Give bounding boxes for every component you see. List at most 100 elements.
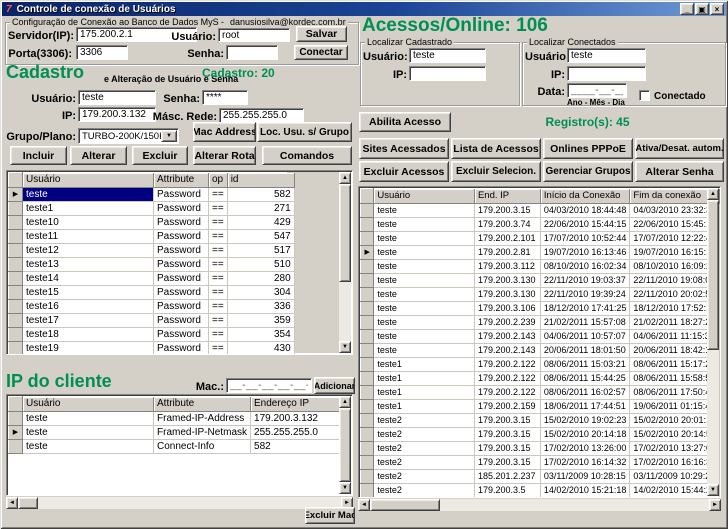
row-selector[interactable] [8,242,23,258]
current-row-marker-icon[interactable]: ▶ [8,424,23,440]
scrollbar-thumb[interactable] [370,499,440,511]
column-header[interactable]: Attribute [153,172,209,188]
excluir-selecion-button[interactable]: Excluir Selecion. [451,161,541,182]
cell[interactable]: 17/07/2010 10:52:44 [540,231,631,246]
cell[interactable]: == [208,187,228,202]
table-row[interactable]: ▶ teste Password == 582 [8,186,295,202]
cell[interactable]: teste2 [373,469,475,484]
cell[interactable]: Password [153,327,209,342]
table-row[interactable]: teste1 179.200.2.159 18/06/2011 17:44:51 19… [359,398,720,414]
row-selector[interactable] [359,216,375,232]
cell[interactable]: teste10 [22,215,154,230]
cell[interactable]: teste13 [22,257,154,272]
cell[interactable]: == [208,313,228,328]
cell[interactable]: 17/02/2010 16:14:32 [540,455,631,470]
cell[interactable]: 179.200.3.15 [474,441,541,456]
cell[interactable]: Password [153,299,209,314]
cell[interactable]: teste17 [22,313,154,328]
cell[interactable]: Password [153,285,209,300]
cell[interactable]: teste [373,287,475,302]
cell[interactable]: 179.200.2.143 [474,343,541,358]
close-button-icon[interactable]: × [710,3,724,15]
current-row-marker-icon[interactable]: ▶ [359,244,375,260]
cell[interactable]: teste [373,259,475,274]
cell[interactable]: == [208,215,228,230]
cell[interactable]: teste1 [373,399,475,414]
cell[interactable]: teste2 [373,427,475,442]
minimize-button-icon[interactable]: _ [680,3,694,15]
alterar-button[interactable]: Alterar [70,146,127,165]
row-selector[interactable] [359,412,375,428]
cell[interactable]: 179.200.3.15 [474,413,541,428]
row-selector[interactable] [359,440,375,456]
scroll-up-icon[interactable]: ▲ [339,396,351,408]
table-row[interactable]: teste 179.200.2.143 04/06/2011 10:57:07 04/… [359,328,720,344]
row-selector[interactable] [359,202,375,218]
column-header[interactable]: Endereço IP [250,396,352,412]
db-password-input[interactable] [226,45,278,60]
netmask-input[interactable] [219,108,304,123]
row-selector[interactable] [359,328,375,344]
onlines-pppoe-button[interactable]: Onlines PPPoE [543,138,633,159]
row-selector[interactable] [8,214,23,230]
row-selector[interactable] [359,384,375,400]
column-header[interactable]: Usuário [373,188,475,204]
row-selector[interactable] [359,468,375,484]
row-selector[interactable] [359,398,375,414]
table-row[interactable]: teste1 Password == 271 [8,200,295,216]
table-row[interactable]: teste15 Password == 304 [8,284,295,300]
cell[interactable]: 179.200.3.106 [474,301,541,316]
cell[interactable]: teste [22,439,154,454]
cell[interactable]: Password [153,215,209,230]
column-header[interactable]: End. IP [474,188,541,204]
cell[interactable]: 18/12/2010 17:41:25 [540,301,631,316]
row-selector[interactable] [8,270,23,286]
cell[interactable]: 08/06/2011 15:03:21 [540,357,631,372]
table-row[interactable]: teste1 179.200.2.122 08/06/2011 15:44:25 08… [359,370,720,386]
cell[interactable]: 430 [227,341,295,354]
cell[interactable]: 15/02/2010 19:02:23 [540,413,631,428]
cell[interactable]: 271 [227,201,295,216]
access-grid-hscrollbar[interactable]: ◄ ► [358,499,721,511]
comandos-button[interactable]: Comandos [262,146,352,165]
table-row[interactable]: teste12 Password == 517 [8,242,295,258]
scroll-left-icon[interactable]: ◄ [358,499,370,511]
cell[interactable]: 517 [227,243,295,258]
mac-input[interactable] [226,378,312,393]
column-header[interactable]: Usuário [22,172,154,188]
cell[interactable]: Password [153,229,209,244]
sites-acessados-button[interactable]: Sites Acessados [359,138,449,159]
cell[interactable]: teste1 [373,357,475,372]
cell[interactable]: 14/02/2010 15:21:18 [540,483,631,497]
table-row[interactable]: teste17 Password == 359 [8,312,295,328]
abilita-acesso-button[interactable]: Abilita Acesso [359,112,451,132]
row-selector[interactable] [8,284,23,300]
cell[interactable]: == [208,201,228,216]
cell[interactable]: teste [22,411,154,426]
mac-address-button[interactable]: Mac Address [193,122,256,142]
scrollbar-thumb[interactable] [18,497,38,509]
cell[interactable]: 547 [227,229,295,244]
adicionar-button[interactable]: Adicionar [314,377,355,394]
cell[interactable]: 510 [227,257,295,272]
table-row[interactable]: teste11 Password == 547 [8,228,295,244]
loc-con-user-input[interactable] [567,48,646,63]
table-row[interactable]: teste 179.200.3.112 08/10/2010 16:02:34 08/… [359,258,720,274]
table-row[interactable]: teste 179.200.2.101 17/07/2010 10:52:44 17/… [359,230,720,246]
cell[interactable]: 179.200.2.239 [474,315,541,330]
row-selector[interactable] [359,300,375,316]
conectado-checkbox[interactable] [639,90,650,101]
group-plan-combo[interactable]: TURBO-200K/150K ▼ [78,128,179,144]
cad-password-input[interactable] [202,90,248,105]
cell[interactable]: 20/06/2011 18:01:50 [540,343,631,358]
users-grid-vscrollbar[interactable]: ▲ ▼ [339,172,351,353]
cell[interactable]: teste [373,217,475,232]
cell[interactable]: 280 [227,271,295,286]
row-selector[interactable] [8,438,23,454]
port-input[interactable] [76,45,128,60]
table-row[interactable]: teste2 185.201.2.237 03/11/2009 10:28:15 03… [359,468,720,484]
row-selector[interactable] [359,370,375,386]
cell[interactable]: 354 [227,327,295,342]
cell[interactable]: teste [22,187,154,202]
cell[interactable]: 179.200.3.5 [474,497,540,498]
